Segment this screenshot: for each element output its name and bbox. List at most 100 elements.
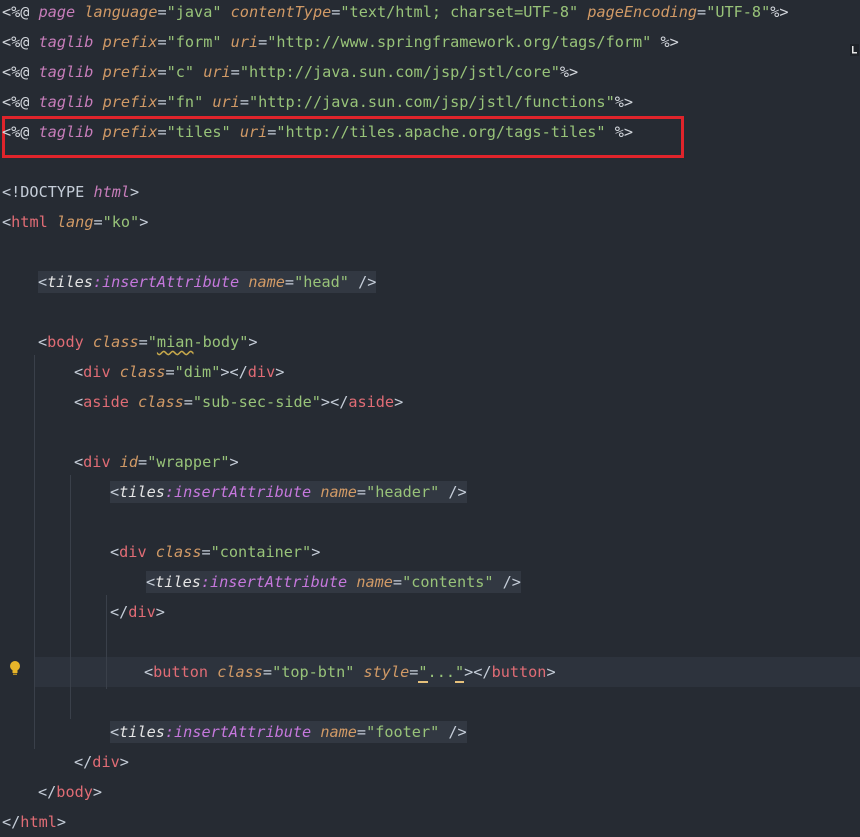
- code-token: =: [138, 333, 148, 351]
- code-token: div: [119, 543, 147, 561]
- code-token: uri: [239, 123, 268, 141]
- code-token: =: [356, 723, 367, 741]
- code-token: contentType: [230, 3, 332, 21]
- code-line-content: <body class="mian-body">: [38, 331, 258, 353]
- code-token: %>: [605, 123, 634, 141]
- code-token: <%@: [2, 33, 39, 51]
- code-line[interactable]: <body class="mian-body">: [0, 327, 860, 357]
- code-token: aside: [83, 393, 129, 411]
- code-token: </: [110, 603, 129, 621]
- code-line[interactable]: [0, 687, 860, 717]
- code-token: "form": [166, 33, 222, 51]
- code-line[interactable]: </div>: [0, 597, 860, 627]
- code-line[interactable]: [0, 297, 860, 327]
- code-line-content: </div>: [110, 601, 165, 623]
- code-token: %>: [614, 93, 634, 111]
- code-token: uri: [212, 93, 240, 111]
- code-token: language: [84, 3, 158, 21]
- code-line[interactable]: [0, 507, 860, 537]
- code-token: />: [439, 483, 467, 501]
- code-line[interactable]: </html>: [0, 807, 860, 837]
- code-token: >: [119, 753, 129, 771]
- code-token: =: [239, 93, 249, 111]
- code-token: </: [38, 783, 57, 801]
- code-token: ></: [220, 363, 248, 381]
- code-token: prefix: [102, 63, 158, 81]
- code-token: "ko": [102, 213, 140, 231]
- code-line[interactable]: <div class="dim"></div>: [0, 357, 860, 387]
- code-line[interactable]: <html lang="ko">: [0, 207, 860, 237]
- code-token: </: [2, 813, 21, 831]
- code-token: >: [275, 363, 285, 381]
- code-line[interactable]: <tiles:insertAttribute name="contents" /…: [0, 567, 860, 597]
- code-token: ": [454, 663, 465, 683]
- code-token: style: [363, 663, 410, 681]
- code-token: name: [320, 723, 357, 741]
- code-token: =: [201, 543, 211, 561]
- code-token: "fn": [166, 93, 204, 111]
- code-token: =: [157, 33, 167, 51]
- code-line[interactable]: <%@ taglib prefix="form" uri="http://www…: [0, 27, 860, 57]
- code-token: <%@: [2, 3, 39, 21]
- code-token: ></: [464, 663, 492, 681]
- code-line[interactable]: [0, 147, 860, 177]
- code-line[interactable]: </body>: [0, 777, 860, 807]
- code-token: uri: [230, 33, 259, 51]
- code-line[interactable]: <tiles:insertAttribute name="head" />: [0, 267, 860, 297]
- code-token: uri: [203, 63, 231, 81]
- code-line[interactable]: <%@ taglib prefix="tiles" uri="http://ti…: [0, 117, 860, 147]
- code-token: tiles: [155, 573, 201, 591]
- code-token: >: [155, 603, 165, 621]
- code-token: div: [92, 753, 120, 771]
- code-line[interactable]: <div class="container">: [0, 537, 860, 567]
- code-line[interactable]: [0, 627, 860, 657]
- code-line-content: </div>: [74, 751, 129, 773]
- code-line-content: <aside class="sub-sec-side"></aside>: [74, 391, 403, 413]
- code-token: "contents": [402, 573, 494, 591]
- code-token: <: [110, 723, 120, 741]
- code-line-content: <button class="top-btn" style="..."></bu…: [144, 661, 556, 683]
- code-token: pageEncoding: [587, 3, 698, 21]
- code-editor[interactable]: <%@ page language="java" contentType="te…: [0, 0, 860, 832]
- code-token: prefix: [102, 123, 158, 141]
- code-token: "footer": [366, 723, 440, 741]
- code-token: taglib: [38, 63, 94, 81]
- code-line[interactable]: <aside class="sub-sec-side"></aside>: [0, 387, 860, 417]
- lightbulb-icon[interactable]: [8, 660, 22, 676]
- code-line[interactable]: <div id="wrapper">: [0, 447, 860, 477]
- code-token: "dim": [174, 363, 221, 381]
- code-token: div: [83, 363, 111, 381]
- code-line-content: <html lang="ko">: [2, 211, 148, 233]
- code-line[interactable]: <%@ taglib prefix="c" uri="http://java.s…: [0, 57, 860, 87]
- code-line-content: <div class="container">: [110, 541, 320, 563]
- code-line[interactable]: <tiles:insertAttribute name="footer" />: [0, 717, 860, 747]
- code-token: >: [92, 783, 103, 801]
- code-line[interactable]: [0, 417, 860, 447]
- code-token: <: [110, 483, 120, 501]
- code-line[interactable]: <tiles:insertAttribute name="header" />: [0, 477, 860, 507]
- code-line[interactable]: </div>: [0, 747, 860, 777]
- code-line[interactable]: <button class="top-btn" style="..."></bu…: [34, 657, 860, 687]
- code-token: =: [356, 483, 367, 501]
- code-line-content: <tiles:insertAttribute name="header" />: [110, 481, 467, 503]
- code-line-content: <div id="wrapper">: [74, 451, 239, 473]
- code-token: "http://java.sun.com/jsp/jstl/core": [239, 63, 560, 81]
- code-token: class: [138, 393, 184, 411]
- code-line[interactable]: <!DOCTYPE html>: [0, 177, 860, 207]
- code-line[interactable]: [0, 237, 860, 267]
- code-line[interactable]: <%@ page language="java" contentType="te…: [0, 0, 860, 27]
- code-token: name: [248, 273, 285, 291]
- code-token: >: [394, 393, 404, 411]
- code-line[interactable]: <%@ taglib prefix="fn" uri="http://java.…: [0, 87, 860, 117]
